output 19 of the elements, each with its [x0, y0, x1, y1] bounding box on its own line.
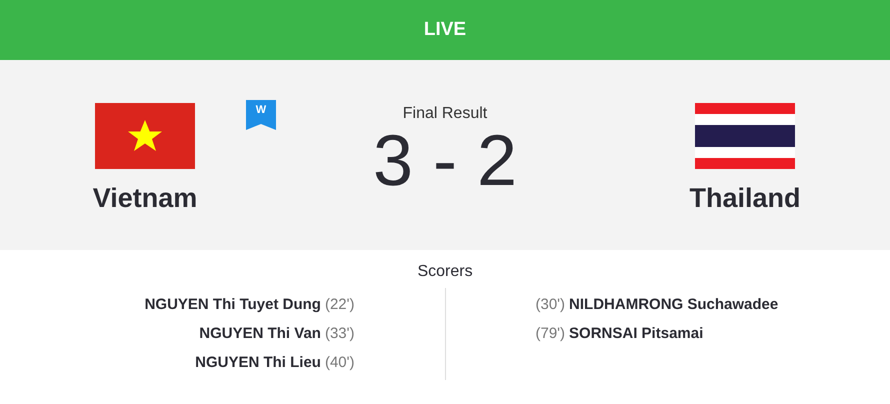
- result-label: Final Result: [402, 105, 488, 123]
- scorer-name: NGUYEN Thi Van: [199, 324, 321, 344]
- goal-minute: (22'): [324, 295, 354, 315]
- flag-icon: [95, 103, 195, 169]
- scorer-name: SORNSAI Pitsamai: [569, 324, 704, 344]
- team-name: Thailand: [690, 183, 801, 214]
- scorer-name: NGUYEN Thi Tuyet Dung: [144, 295, 321, 315]
- goal-minute: (30'): [536, 295, 566, 315]
- bookmark-badge: W: [246, 100, 276, 130]
- live-banner: LIVE: [0, 0, 890, 60]
- goal-minute: (40'): [324, 353, 354, 373]
- scorers-title: Scorers: [417, 263, 473, 280]
- scorer-name: NILDHAMRONG Suchawadee: [569, 295, 778, 315]
- goal-minute: (33'): [324, 324, 354, 344]
- scorer-name: NGUYEN Thi Lieu: [195, 353, 321, 373]
- score: 3 - 2: [372, 125, 518, 197]
- flag-icon: [695, 103, 795, 169]
- team-name: Vietnam: [92, 183, 198, 214]
- goal-minute: (79'): [536, 324, 566, 344]
